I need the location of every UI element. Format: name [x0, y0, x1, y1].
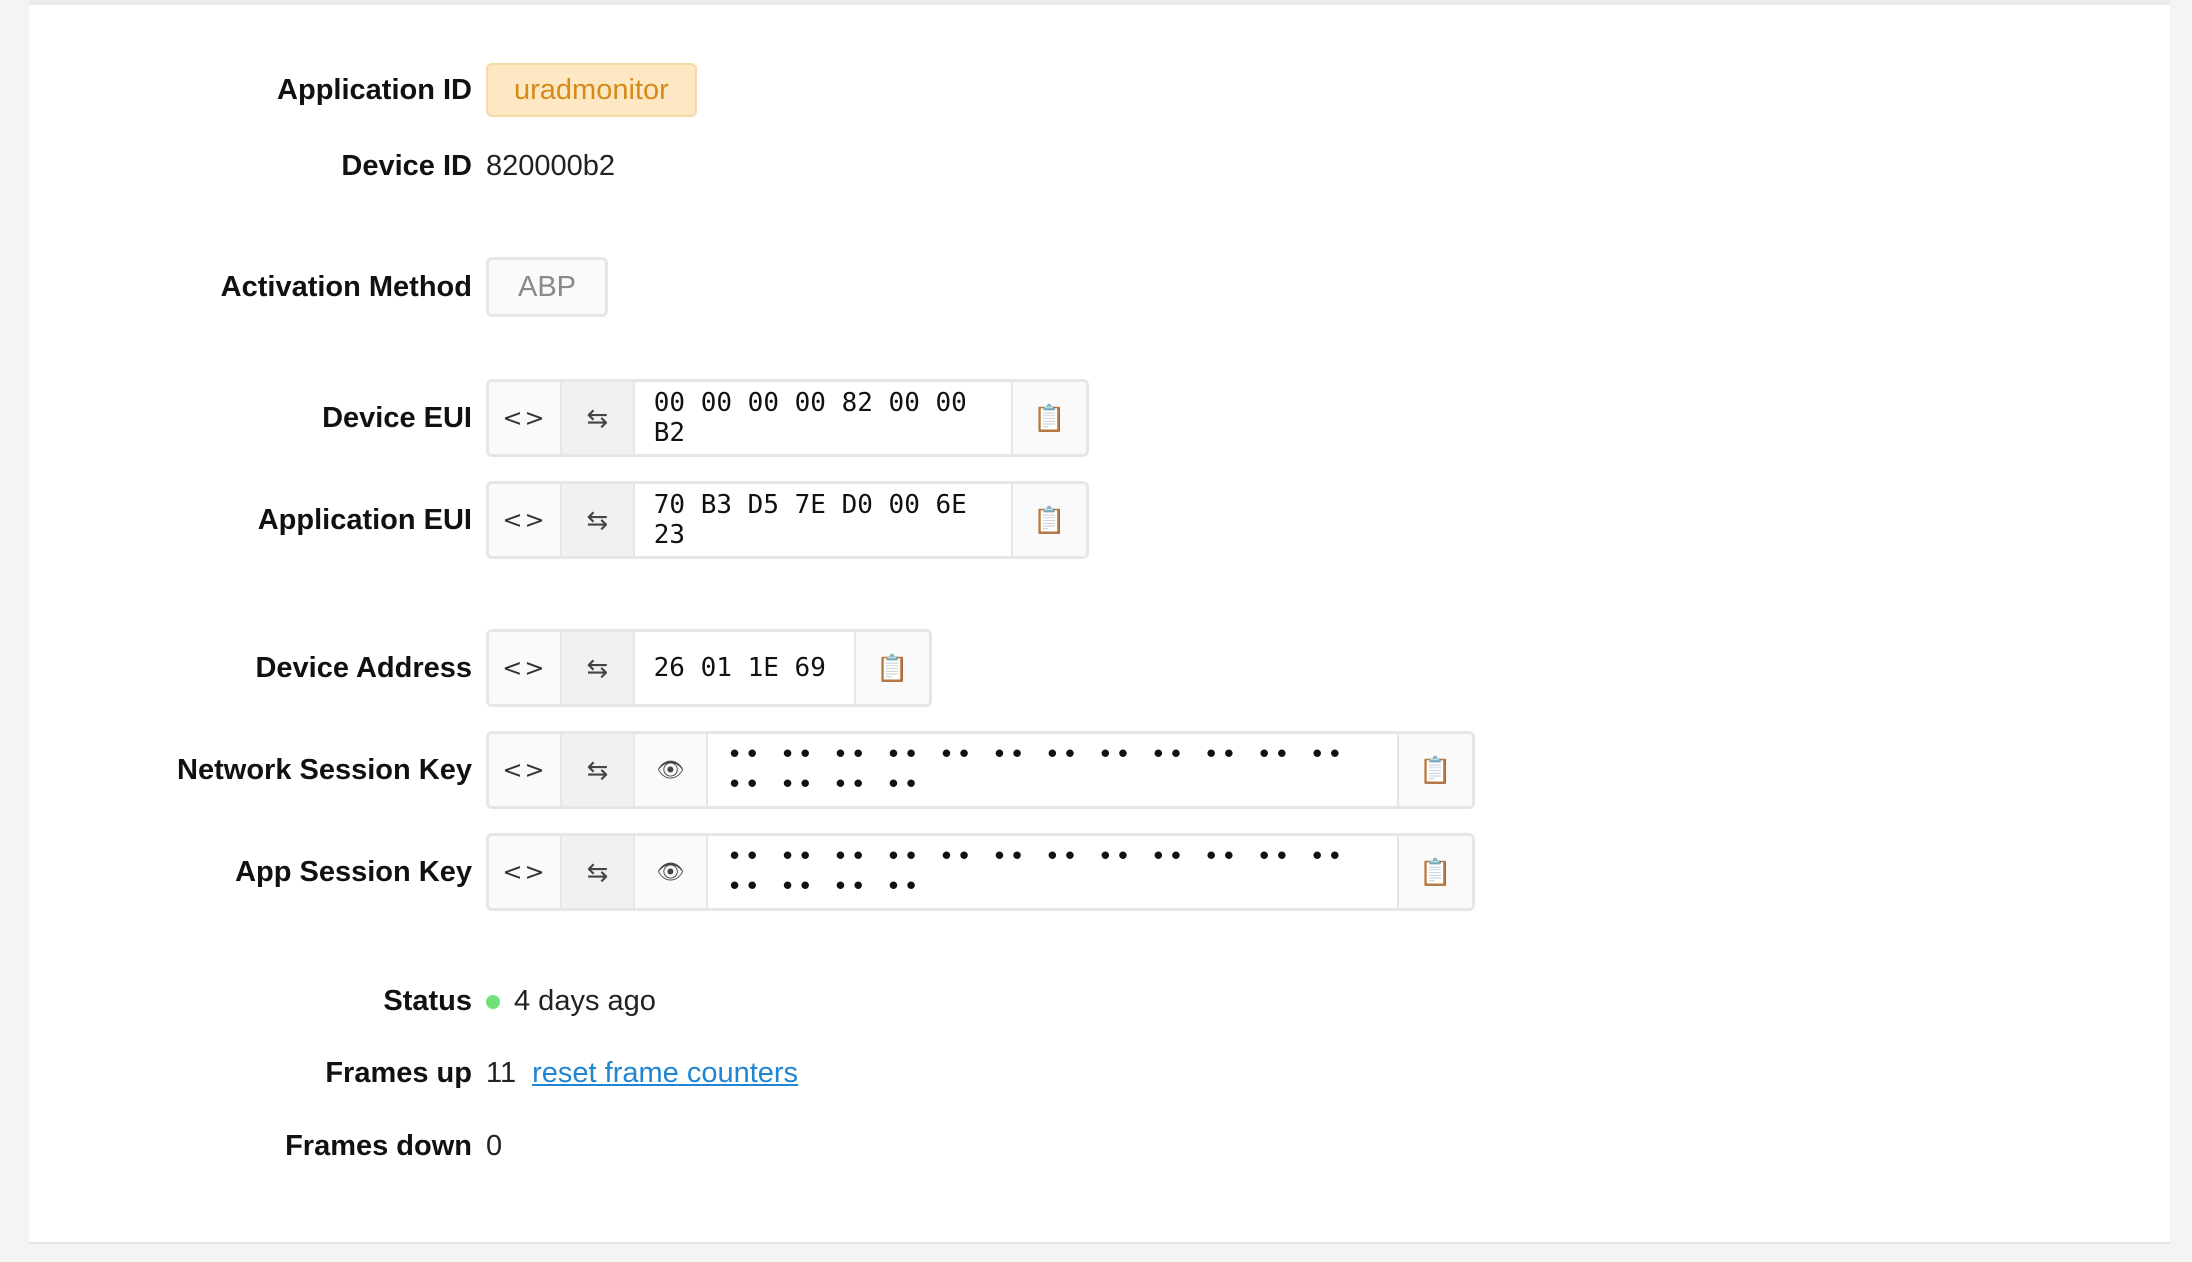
copy-button[interactable]: 📋 — [1399, 836, 1472, 908]
copy-button[interactable]: 📋 — [1399, 734, 1472, 806]
frames-up-value: 11 — [486, 1057, 517, 1089]
code-brackets-icon: <> — [502, 654, 547, 682]
frames-down-label: Frames down — [285, 1130, 472, 1162]
application-eui-row: Application EUI <> ⇆ 70 B3 D5 7E D0 00 6… — [29, 481, 1089, 559]
byte-order-button[interactable]: ⇆ — [561, 382, 635, 454]
reveal-button[interactable]: 👁 — [634, 836, 708, 908]
byte-order-button[interactable]: ⇆ — [561, 632, 635, 704]
device-id-value: 820000b2 — [486, 150, 616, 182]
format-toggle-button[interactable]: <> — [489, 836, 562, 908]
device-address-value: 26 01 1E 69 — [634, 632, 857, 704]
device-address-field: <> ⇆ 26 01 1E 69 📋 — [486, 629, 932, 707]
device-eui-label: Device EUI — [322, 401, 472, 434]
copy-button[interactable]: 📋 — [1013, 484, 1086, 556]
format-toggle-button[interactable]: <> — [489, 632, 562, 704]
application-eui-value: 70 B3 D5 7E D0 00 6E 23 — [634, 484, 1014, 556]
device-address-row: Device Address <> ⇆ 26 01 1E 69 📋 — [29, 629, 932, 707]
network-session-key-field: <> ⇆ 👁 •• •• •• •• •• •• •• •• •• •• •• … — [486, 731, 1475, 809]
activation-method-badge: ABP — [486, 257, 609, 317]
byte-order-button[interactable]: ⇆ — [561, 836, 635, 908]
device-eui-row: Device EUI <> ⇆ 00 00 00 00 82 00 00 B2 … — [29, 379, 1089, 457]
frames-up-label: Frames up — [325, 1057, 472, 1089]
network-session-key-label: Network Session Key — [177, 753, 472, 786]
status-label: Status — [383, 985, 472, 1017]
activation-method-label: Activation Method — [220, 270, 472, 303]
byte-order-button[interactable]: ⇆ — [561, 484, 635, 556]
reset-frame-counters-link[interactable]: reset frame counters — [532, 1057, 798, 1090]
app-session-key-value: •• •• •• •• •• •• •• •• •• •• •• •• •• •… — [707, 836, 1400, 908]
application-id-label: Application ID — [277, 73, 472, 106]
byte-order-button[interactable]: ⇆ — [561, 734, 635, 806]
reveal-button[interactable]: 👁 — [634, 734, 708, 806]
activation-method-row: Activation Method ABP — [29, 257, 609, 317]
code-brackets-icon: <> — [502, 506, 547, 534]
format-toggle-button[interactable]: <> — [489, 382, 562, 454]
swap-arrows-icon: ⇆ — [586, 653, 609, 683]
swap-arrows-icon: ⇆ — [586, 857, 609, 887]
frames-up-row: Frames up 11 reset frame counters — [29, 1057, 798, 1090]
device-address-label: Device Address — [255, 651, 472, 684]
swap-arrows-icon: ⇆ — [586, 755, 609, 785]
eye-icon: 👁 — [656, 757, 685, 782]
frames-down-row: Frames down 0 — [29, 1130, 502, 1163]
frames-down-value: 0 — [486, 1130, 503, 1162]
status-row: Status 4 days ago — [29, 985, 656, 1018]
application-id-row: Application ID uradmonitor — [29, 63, 697, 117]
app-session-key-label: App Session Key — [235, 855, 472, 888]
copy-button[interactable]: 📋 — [856, 632, 929, 704]
format-toggle-button[interactable]: <> — [489, 484, 562, 556]
clipboard-icon: 📋 — [1419, 755, 1452, 785]
code-brackets-icon: <> — [502, 858, 547, 886]
status-value: 4 days ago — [514, 985, 656, 1017]
device-id-row: Device ID 820000b2 — [29, 150, 615, 183]
clipboard-icon: 📋 — [1033, 403, 1066, 433]
device-eui-value: 00 00 00 00 82 00 00 B2 — [634, 382, 1014, 454]
clipboard-icon: 📋 — [1033, 505, 1066, 535]
copy-button[interactable]: 📋 — [1013, 382, 1086, 454]
code-brackets-icon: <> — [502, 404, 547, 432]
swap-arrows-icon: ⇆ — [586, 403, 609, 433]
status-dot — [486, 994, 500, 1009]
network-session-key-row: Network Session Key <> ⇆ 👁 •• •• •• •• •… — [29, 731, 1475, 809]
device-eui-field: <> ⇆ 00 00 00 00 82 00 00 B2 📋 — [486, 379, 1089, 457]
clipboard-icon: 📋 — [876, 653, 909, 683]
device-id-label: Device ID — [341, 150, 472, 182]
code-brackets-icon: <> — [502, 756, 547, 784]
device-overview-card: Application ID uradmonitor Device ID 820… — [29, 0, 2170, 1244]
eye-icon: 👁 — [656, 859, 685, 884]
app-session-key-row: App Session Key <> ⇆ 👁 •• •• •• •• •• ••… — [29, 833, 1475, 911]
application-eui-field: <> ⇆ 70 B3 D5 7E D0 00 6E 23 📋 — [486, 481, 1089, 559]
network-session-key-value: •• •• •• •• •• •• •• •• •• •• •• •• •• •… — [707, 734, 1400, 806]
application-eui-label: Application EUI — [257, 503, 472, 536]
swap-arrows-icon: ⇆ — [586, 505, 609, 535]
app-session-key-field: <> ⇆ 👁 •• •• •• •• •• •• •• •• •• •• •• … — [486, 833, 1475, 911]
application-id-tag[interactable]: uradmonitor — [486, 63, 697, 117]
format-toggle-button[interactable]: <> — [489, 734, 562, 806]
clipboard-icon: 📋 — [1419, 857, 1452, 887]
